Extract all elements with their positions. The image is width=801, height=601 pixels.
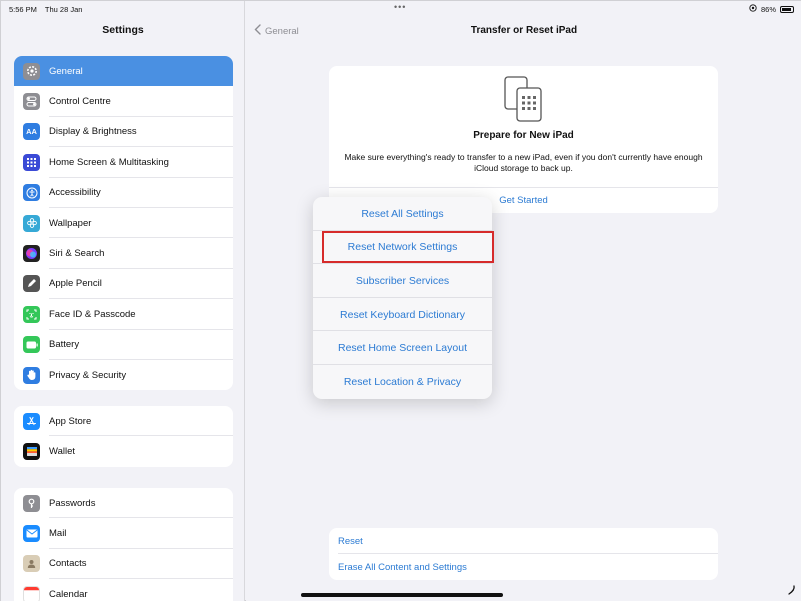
- sidebar-item-siri-search[interactable]: Siri & Search: [14, 238, 233, 270]
- sidebar-item-contacts[interactable]: Contacts: [14, 549, 233, 580]
- sidebar-item-label: Mail: [49, 528, 67, 540]
- sidebar-item-calendar[interactable]: Calendar: [14, 579, 233, 601]
- multitasking-dots[interactable]: •••: [394, 2, 406, 12]
- gear-icon: [23, 62, 40, 80]
- card-title: Prepare for New iPad: [473, 130, 574, 141]
- menu-item-reset-all-settings[interactable]: Reset All Settings: [313, 197, 492, 231]
- sidebar-item-label: Wallpaper: [49, 217, 92, 229]
- sidebar-item-label: Battery: [49, 339, 80, 351]
- sidebar-item-battery[interactable]: Battery: [14, 330, 233, 361]
- highlight-box: [322, 231, 494, 263]
- key-icon: [23, 494, 40, 512]
- sidebar-item-label: General: [49, 65, 83, 77]
- menu-item-reset-keyboard-dictionary[interactable]: Reset Keyboard Dictionary: [313, 298, 492, 332]
- sidebar-item-label: Contacts: [49, 558, 87, 570]
- sidebar-item-label: Passwords: [49, 497, 96, 509]
- calendar-icon: [23, 585, 40, 601]
- sidebar-title: Settings: [102, 24, 144, 36]
- toggles-icon: [23, 93, 40, 111]
- sidebar-item-label: Accessibility: [49, 187, 101, 199]
- prepare-card: Prepare for New iPad Make sure everythin…: [329, 66, 718, 213]
- sidebar-item-control-centre[interactable]: Control Centre: [14, 86, 233, 118]
- pencil-icon: [23, 275, 40, 293]
- sidebar-item-label: Siri & Search: [49, 248, 105, 260]
- sidebar-item-wallet[interactable]: Wallet: [14, 436, 233, 466]
- sidebar-group-1: General Control Centre AA Display & Brig…: [14, 56, 233, 391]
- mail-icon: [23, 525, 40, 543]
- erase-all-button[interactable]: Erase All Content and Settings: [329, 554, 718, 580]
- sidebar-item-label: Apple Pencil: [49, 278, 102, 290]
- sidebar-item-label: Calendar: [49, 588, 88, 600]
- wallet-icon: [23, 443, 40, 461]
- divider: [329, 187, 718, 188]
- sidebar-item-label: Control Centre: [49, 96, 111, 108]
- grid-icon: [23, 153, 40, 171]
- siri-icon: [23, 245, 40, 263]
- sidebar-item-mail[interactable]: Mail: [14, 518, 233, 550]
- menu-item-reset-location-privacy[interactable]: Reset Location & Privacy: [313, 365, 492, 399]
- sidebar-item-label: Display & Brightness: [49, 126, 137, 138]
- sidebar-item-accessibility[interactable]: Accessibility: [14, 178, 233, 209]
- reset-menu: Reset All Settings Reset Network Setting…: [313, 197, 492, 399]
- sidebar: 5:56 PM Thu 28 Jan Settings General Cont…: [1, 1, 245, 601]
- menu-item-subscriber-services[interactable]: Subscriber Services: [313, 264, 492, 298]
- sidebar-item-label: Home Screen & Multitasking: [49, 156, 169, 168]
- status-bar-right: 86%: [749, 4, 794, 14]
- sidebar-item-face-id[interactable]: Face ID & Passcode: [14, 299, 233, 330]
- sidebar-group-2: App Store Wallet: [14, 406, 233, 467]
- battery-status-icon: [780, 5, 794, 13]
- face-id-icon: [23, 305, 40, 323]
- menu-item-reset-home-screen-layout[interactable]: Reset Home Screen Layout: [313, 331, 492, 365]
- sidebar-item-label: Privacy & Security: [49, 369, 127, 381]
- sidebar-item-label: App Store: [49, 415, 92, 427]
- sidebar-item-general[interactable]: General: [14, 56, 233, 87]
- status-bar-left: 5:56 PM Thu 28 Jan: [9, 5, 88, 14]
- text-size-icon: AA: [23, 123, 40, 141]
- sidebar-item-display-brightness[interactable]: AA Display & Brightness: [14, 117, 233, 148]
- app-store-icon: [23, 412, 40, 430]
- status-date: Thu 28 Jan: [44, 5, 83, 14]
- sidebar-item-label: Face ID & Passcode: [49, 308, 136, 320]
- sidebar-item-home-screen[interactable]: Home Screen & Multitasking: [14, 147, 233, 178]
- reset-options-group: Reset Erase All Content and Settings: [329, 528, 718, 580]
- contacts-icon: [23, 555, 40, 573]
- sidebar-item-wallpaper[interactable]: Wallpaper: [14, 208, 233, 239]
- sidebar-item-privacy-security[interactable]: Privacy & Security: [14, 360, 233, 390]
- hand-icon: [23, 366, 40, 384]
- reset-button[interactable]: Reset: [329, 528, 718, 554]
- status-time: 5:56 PM: [9, 5, 37, 14]
- card-description: Make sure everything's ready to transfer…: [344, 152, 703, 173]
- sidebar-item-apple-pencil[interactable]: Apple Pencil: [14, 269, 233, 300]
- battery-percentage: 86%: [760, 4, 776, 14]
- location-icon: [749, 4, 757, 14]
- pencil-scribble-icon: [788, 585, 796, 598]
- sidebar-item-label: Wallet: [49, 446, 76, 458]
- battery-icon: [23, 336, 40, 354]
- page-title: Transfer or Reset iPad: [470, 25, 578, 36]
- ipad-transfer-icon: [503, 74, 545, 129]
- flower-icon: [23, 214, 40, 232]
- sidebar-item-passwords[interactable]: Passwords: [14, 488, 233, 519]
- sidebar-group-3: Passwords Mail Contacts Calendar: [14, 488, 233, 601]
- accessibility-icon: [23, 184, 40, 202]
- sidebar-item-app-store[interactable]: App Store: [14, 406, 233, 437]
- home-indicator[interactable]: [301, 593, 503, 597]
